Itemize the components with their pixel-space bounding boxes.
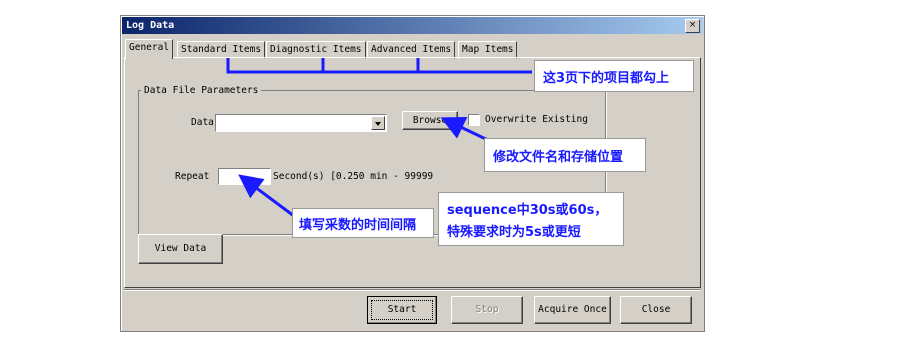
browse-note-callout: 修改文件名和存储位置 bbox=[484, 138, 646, 172]
repeat-arrow bbox=[238, 174, 295, 218]
tabs-note: 这3页下的项目都勾上 bbox=[543, 71, 670, 86]
tab-general[interactable]: General bbox=[125, 39, 174, 59]
sequence-note-callout: sequence中30s或60s， 特殊要求时为5s或更短 bbox=[438, 192, 624, 246]
sequence-note-line-2: 特殊要求时为5s或更短 bbox=[447, 225, 581, 240]
sequence-note-line-1: sequence中30s或60s， bbox=[447, 203, 608, 218]
repeat-note-callout: 填写采数的时间间隔 bbox=[292, 208, 434, 238]
repeat-note: 填写采数的时间间隔 bbox=[299, 218, 417, 233]
tabs-bracket bbox=[226, 58, 532, 74]
browse-note: 修改文件名和存储位置 bbox=[493, 150, 624, 165]
tabs-note-callout: 这3页下的项目都勾上 bbox=[534, 60, 694, 92]
